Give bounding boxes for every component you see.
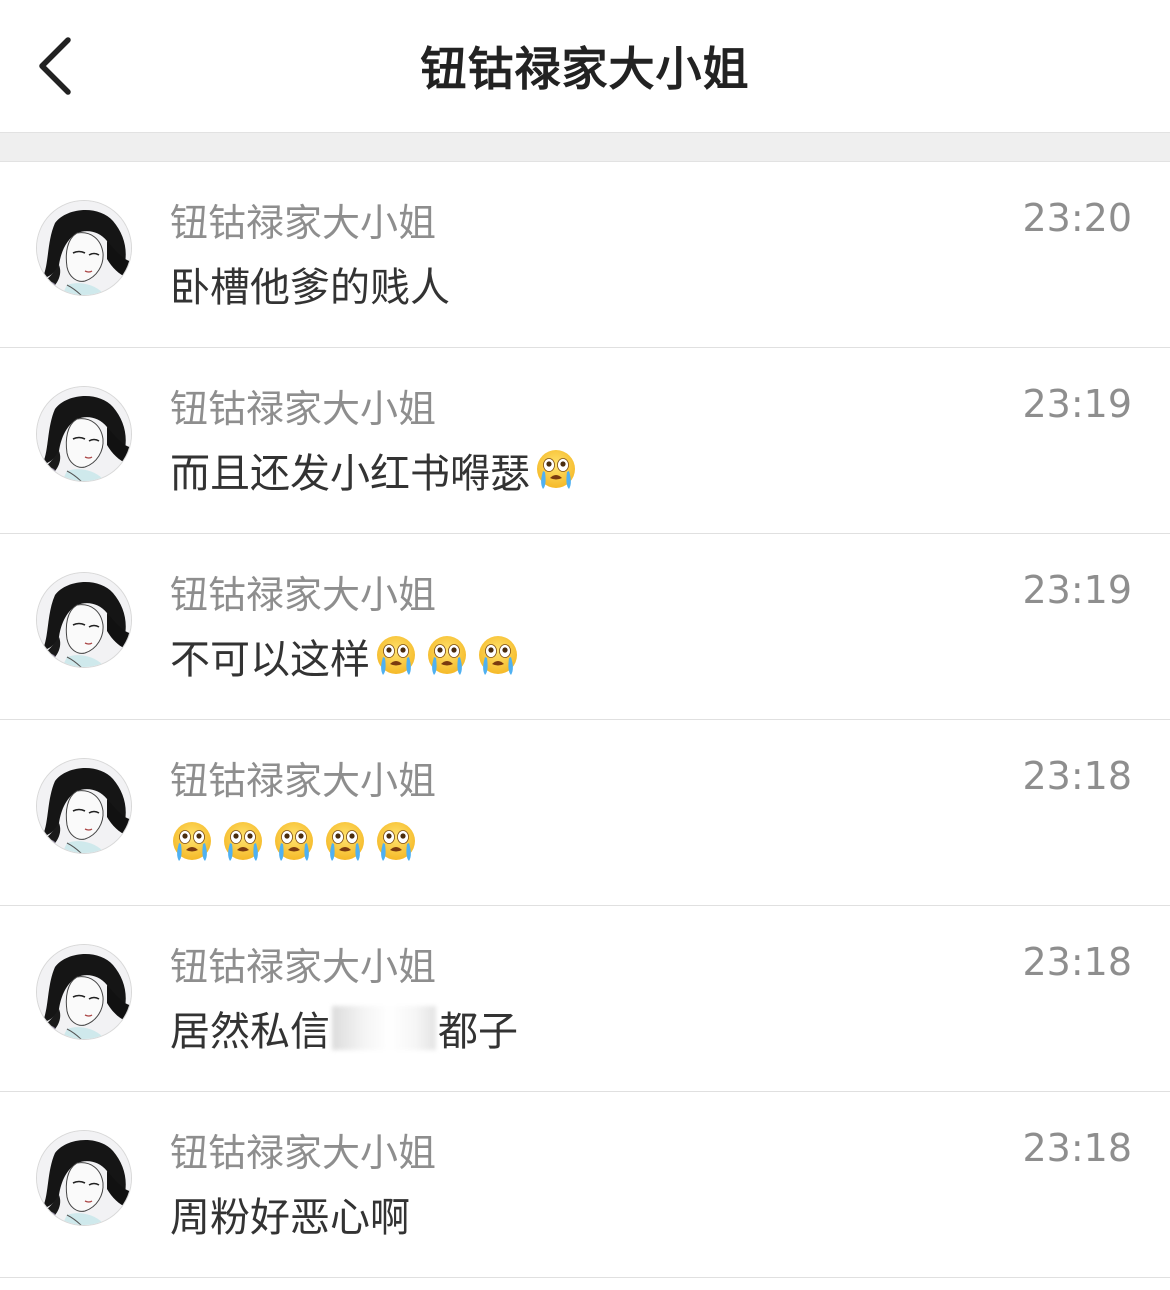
redacted-mosaic — [332, 1006, 436, 1050]
message-row[interactable]: 钮钴禄家大小姐 23:18 居然私信 都子 — [0, 906, 1170, 1092]
message-time: 23:19 — [1022, 568, 1132, 612]
loudly-crying-face-icon — [272, 820, 316, 864]
top-nav-bar: 钮钴禄家大小姐 — [0, 0, 1170, 132]
loudly-crying-face-icon — [534, 448, 578, 492]
loudly-crying-face-icon — [170, 820, 214, 864]
message-time: 23:18 — [1022, 1126, 1132, 1170]
loudly-crying-face-icon — [374, 820, 418, 864]
message-text: 居然私信 都子 — [170, 998, 518, 1058]
avatar[interactable] — [36, 386, 132, 482]
message-text — [170, 812, 425, 872]
message-text: 卧槽他爹的贱人 — [170, 254, 450, 314]
message-list: 钮钴禄家大小姐 23:20 卧槽他爹的贱人 钮钴禄家大小姐 23:19 而且还发小红书嘚… — [0, 162, 1170, 1278]
loudly-crying-face-icon — [425, 634, 469, 678]
message-text: 周粉好恶心啊 — [170, 1184, 410, 1244]
chevron-left-icon — [39, 37, 71, 95]
sender-name: 钮钴禄家大小姐 — [170, 1131, 437, 1175]
message-body: 卧槽他爹的贱人 — [170, 265, 450, 311]
sender-name: 钮钴禄家大小姐 — [170, 573, 437, 617]
message-time: 23:19 — [1022, 382, 1132, 426]
message-body: 而且还发小红书嘚瑟 — [170, 451, 530, 497]
loudly-crying-face-icon — [323, 820, 367, 864]
message-text: 而且还发小红书嘚瑟 — [170, 440, 585, 500]
avatar[interactable] — [36, 572, 132, 668]
section-spacer — [0, 132, 1170, 162]
loudly-crying-face-icon — [476, 634, 520, 678]
message-time: 23:20 — [1022, 196, 1132, 240]
sender-name: 钮钴禄家大小姐 — [170, 945, 437, 989]
message-row[interactable]: 钮钴禄家大小姐 23:20 卧槽他爹的贱人 — [0, 162, 1170, 348]
sender-name: 钮钴禄家大小姐 — [170, 201, 437, 245]
message-body: 不可以这样 — [170, 637, 370, 683]
loudly-crying-face-icon — [374, 634, 418, 678]
message-body-suffix: 都子 — [438, 1009, 518, 1055]
message-row[interactable]: 钮钴禄家大小姐 23:18 周粉好恶心啊 — [0, 1092, 1170, 1278]
avatar[interactable] — [36, 944, 132, 1040]
message-body: 居然私信 — [170, 1009, 330, 1055]
page-title: 钮钴禄家大小姐 — [420, 42, 750, 96]
sender-name: 钮钴禄家大小姐 — [170, 387, 437, 431]
message-time: 23:18 — [1022, 754, 1132, 798]
avatar[interactable] — [36, 758, 132, 854]
avatar[interactable] — [36, 200, 132, 296]
message-row[interactable]: 钮钴禄家大小姐 23:18 — [0, 720, 1170, 906]
avatar[interactable] — [36, 1130, 132, 1226]
back-button[interactable] — [30, 34, 80, 98]
loudly-crying-face-icon — [221, 820, 265, 864]
message-body: 周粉好恶心啊 — [170, 1195, 410, 1241]
message-row[interactable]: 钮钴禄家大小姐 23:19 而且还发小红书嘚瑟 — [0, 348, 1170, 534]
sender-name: 钮钴禄家大小姐 — [170, 759, 437, 803]
message-row[interactable]: 钮钴禄家大小姐 23:19 不可以这样 — [0, 534, 1170, 720]
message-time: 23:18 — [1022, 940, 1132, 984]
message-text: 不可以这样 — [170, 626, 527, 686]
